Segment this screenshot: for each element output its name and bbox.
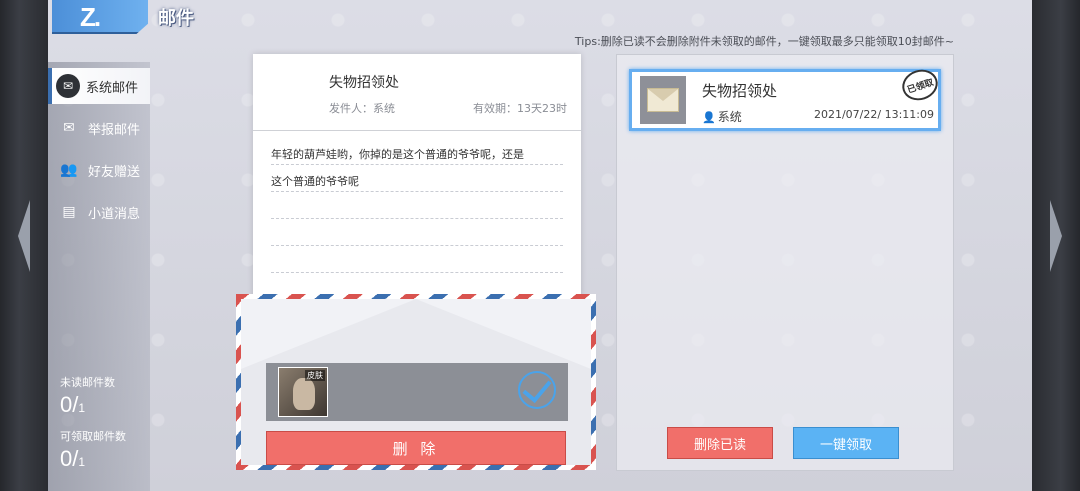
unread-count-label: 未读邮件数 xyxy=(60,376,115,389)
delete-read-button[interactable]: 删除已读 xyxy=(667,427,773,459)
sidebar-item-label: 好友赠送 xyxy=(88,164,141,180)
sidebar-item-friend-gifts[interactable]: 👥 好友赠送 xyxy=(48,152,150,188)
person-icon: 👤 xyxy=(702,111,716,124)
sidebar-item-news[interactable]: ▤ 小道消息 xyxy=(48,194,150,230)
right-frame xyxy=(1032,0,1080,491)
letter-sender: 发件人：系统 xyxy=(329,102,395,115)
tips-text: Tips:删除已读不会删除附件未领取的邮件，一键领取最多只能领取10封邮件~ xyxy=(574,35,954,48)
envelope-icon: ✉ xyxy=(56,74,80,98)
mail-item-title: 失物招领处 xyxy=(702,82,778,100)
mail-list-item[interactable]: 失物招领处 👤 系统 2021/07/22/ 13:11:09 已领取 xyxy=(629,65,942,131)
sidebar: ✉ 系统邮件 ✉ 举报邮件 👥 好友赠送 ▤ 小道消息 未读邮件数 0/1 可领… xyxy=(48,62,150,491)
character-portrait-icon xyxy=(293,378,315,410)
left-frame xyxy=(0,0,48,491)
letter-title: 失物招领处 xyxy=(329,75,399,91)
claimable-count-label: 可领取邮件数 xyxy=(60,430,126,443)
back-icon: Z. xyxy=(80,2,101,32)
attachment-bar: 皮肤 xyxy=(266,363,568,421)
claim-all-button[interactable]: 一键领取 xyxy=(793,427,899,459)
letter-line xyxy=(271,219,563,246)
letter-line xyxy=(271,246,563,273)
envelope-flap xyxy=(241,299,416,369)
letter-line: 这个普通的爷爷呢 xyxy=(271,165,563,192)
mail-screen: Z. 邮件 Tips:删除已读不会删除附件未领取的邮件，一键领取最多只能领取10… xyxy=(48,0,1032,491)
envelope-icon xyxy=(647,88,679,112)
sidebar-item-label: 举报邮件 xyxy=(88,122,141,138)
letter-line: 年轻的葫芦娃哟，你掉的是这个普通的爷爷呢，还是 xyxy=(271,138,563,165)
sidebar-item-label: 小道消息 xyxy=(88,206,141,222)
sidebar-item-report-mail[interactable]: ✉ 举报邮件 xyxy=(48,110,150,146)
mail-item-date: 2021/07/22/ 13:11:09 xyxy=(813,108,934,121)
left-arrow-icon xyxy=(18,200,30,272)
letter-validity: 有效期：13天23时 xyxy=(473,102,567,115)
page-title: 邮件 xyxy=(158,8,194,29)
sidebar-item-system-mail[interactable]: ✉ 系统邮件 xyxy=(48,68,150,104)
attachment-item[interactable]: 皮肤 xyxy=(278,367,328,417)
back-button[interactable]: Z. xyxy=(52,0,148,34)
claimed-check-icon xyxy=(518,371,556,409)
delete-button[interactable]: 删 除 xyxy=(266,431,566,465)
divider xyxy=(253,130,581,131)
news-icon: ▤ xyxy=(62,204,76,220)
claimed-stamp: 已领取 xyxy=(898,65,942,105)
mail-item-sender: 👤 系统 xyxy=(702,110,742,124)
mail-list-panel: 失物招领处 👤 系统 2021/07/22/ 13:11:09 已领取 删除已读 … xyxy=(616,54,954,471)
letter-line xyxy=(271,192,563,219)
claimable-count-value: 0/1 xyxy=(60,446,86,471)
unread-count-value: 0/1 xyxy=(60,392,86,417)
mail-thumbnail xyxy=(640,76,686,124)
right-arrow-icon xyxy=(1050,200,1062,272)
report-mail-icon: ✉ xyxy=(63,120,75,136)
envelope: 皮肤 删 除 xyxy=(236,294,596,470)
sidebar-item-label: 系统邮件 xyxy=(86,80,139,96)
attachment-tag: 皮肤 xyxy=(305,370,325,381)
friends-icon: 👥 xyxy=(60,162,78,178)
envelope-flap xyxy=(416,299,591,369)
